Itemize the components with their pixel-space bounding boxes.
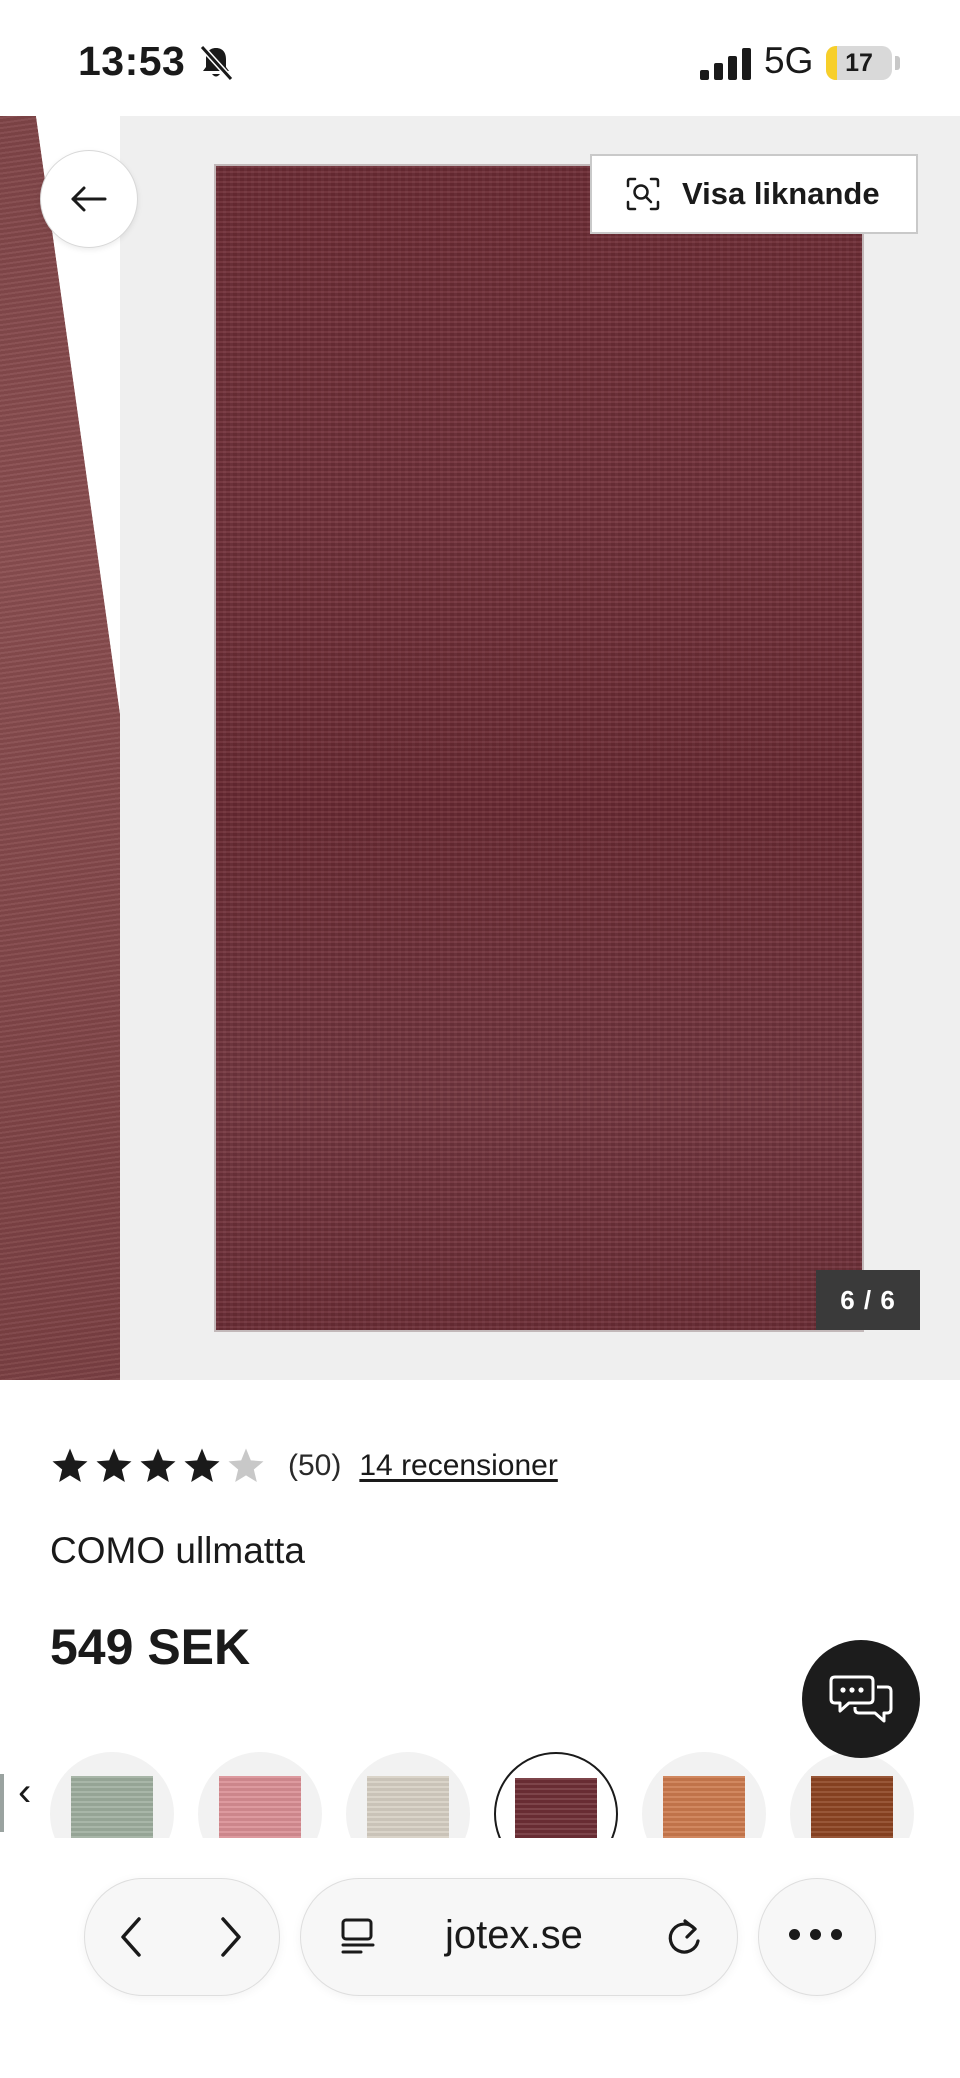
chat-button[interactable]	[802, 1640, 920, 1758]
star-filled-icon	[96, 1448, 132, 1482]
color-swatch-row: ‹	[0, 1740, 960, 1840]
bell-muted-icon	[199, 44, 234, 82]
product-title: COMO ullmatta	[50, 1530, 305, 1571]
color-swatch[interactable]	[642, 1752, 766, 1840]
navigation-pill	[84, 1878, 280, 1996]
product-image-rug[interactable]	[216, 166, 862, 1330]
color-swatch[interactable]	[346, 1752, 470, 1840]
star-filled-icon	[140, 1448, 176, 1482]
previous-image-peek[interactable]	[0, 116, 120, 1380]
color-swatch[interactable]	[50, 1752, 174, 1840]
browser-back-icon[interactable]	[117, 1915, 145, 1959]
star-empty-icon	[228, 1448, 264, 1482]
more-dots-icon	[789, 1929, 842, 1940]
color-swatch[interactable]	[198, 1752, 322, 1840]
product-price: 549 SEK	[50, 1619, 251, 1675]
star-filled-icon	[52, 1448, 88, 1482]
address-bar[interactable]: jotex.se	[300, 1878, 738, 1996]
battery-percent: 17	[845, 49, 873, 77]
reviews-link[interactable]: 14 recensioner	[359, 1449, 557, 1483]
show-similar-button[interactable]: Visa liknande	[590, 154, 918, 234]
show-similar-label: Visa liknande	[682, 176, 880, 211]
rating-stars	[50, 1446, 266, 1486]
browser-toolbar: jotex.se	[0, 1838, 960, 2078]
network-type: 5G	[764, 40, 814, 81]
url-text[interactable]: jotex.se	[445, 1913, 583, 1958]
rating-row: (50) 14 recensioner	[50, 1440, 558, 1492]
more-options-button[interactable]	[758, 1878, 876, 1996]
cellular-signal-icon	[700, 48, 751, 80]
browser-forward-icon[interactable]	[217, 1915, 245, 1959]
image-counter: 6 / 6	[816, 1270, 920, 1330]
rating-count: (50)	[288, 1449, 342, 1482]
chat-icon	[829, 1675, 893, 1723]
status-time: 13:53	[78, 38, 186, 84]
star-filled-icon	[184, 1448, 220, 1482]
reload-icon[interactable]	[663, 1917, 705, 1959]
product-image-gallery[interactable]: Visa liknande 6 / 6	[0, 116, 960, 1380]
swatch-peek	[0, 1774, 4, 1832]
status-bar: 13:53 5G 17	[0, 0, 960, 116]
visual-search-icon	[626, 177, 660, 211]
arrow-left-icon	[71, 186, 107, 212]
back-button[interactable]	[40, 150, 138, 248]
reader-mode-icon[interactable]	[339, 1917, 379, 1957]
battery-tip	[895, 56, 900, 70]
color-swatch-selected[interactable]	[494, 1752, 618, 1840]
battery-icon: 17	[826, 46, 892, 80]
color-swatch[interactable]	[790, 1752, 914, 1840]
chevron-left-icon[interactable]: ‹	[18, 1770, 31, 1815]
